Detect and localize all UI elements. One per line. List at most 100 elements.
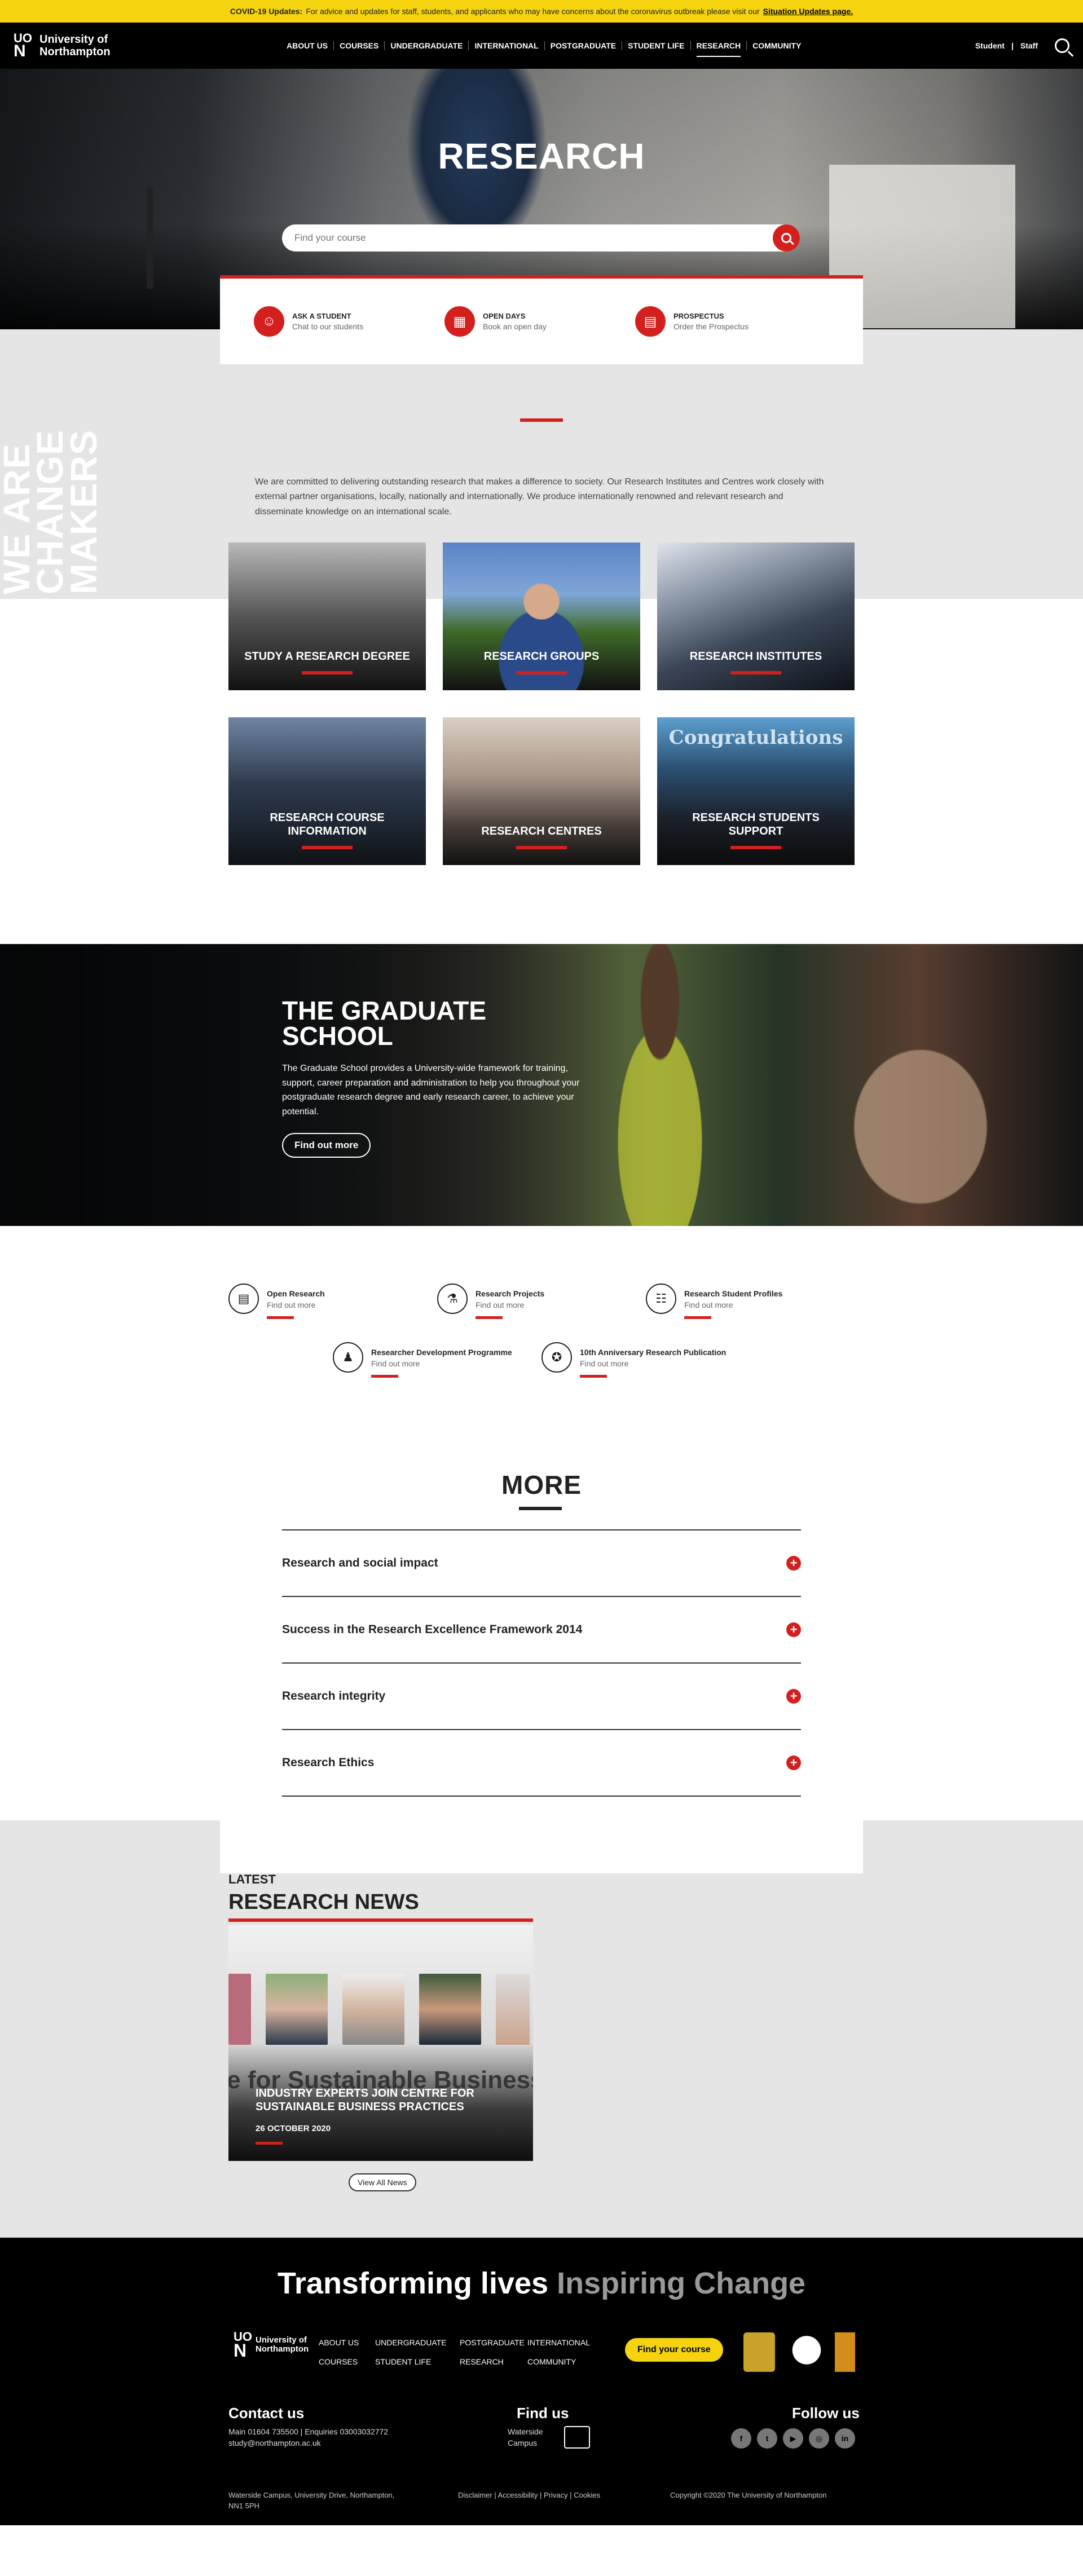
find-your-course-button[interactable]: Find your course — [625, 2338, 723, 2362]
link-10th-anniversary-publication[interactable]: ✪ 10th Anniversary Research Publication … — [542, 1342, 726, 1378]
tile-research-course-information[interactable]: RESEARCH COURSE INFORMATION — [228, 717, 426, 865]
news-card[interactable]: re for Sustainable Business Prac INDUSTR… — [228, 1925, 533, 2161]
find-out-more-button[interactable]: Find out more — [282, 1132, 371, 1158]
view-all-news-button[interactable]: View All News — [349, 2173, 416, 2191]
course-search-input[interactable] — [294, 232, 787, 244]
page-title: RESEARCH — [438, 136, 645, 177]
nav-community[interactable]: COMMUNITY — [747, 41, 807, 50]
footer-link-courses[interactable]: COURSES — [319, 2357, 375, 2366]
link-open-research[interactable]: ▤ Open Research Find out more — [228, 1283, 325, 1319]
footer-logo-mark: UO N — [234, 2331, 252, 2359]
footer-link-research[interactable]: RESEARCH — [460, 2357, 527, 2366]
map-icon[interactable] — [564, 2426, 590, 2449]
separator: | — [1011, 41, 1014, 50]
link-researcher-development-programme[interactable]: ♟ Researcher Development Programme Find … — [333, 1342, 512, 1378]
location-line: Waterside — [508, 2427, 543, 2436]
contact-phone[interactable]: Main 01604 735500 | Enquiries 0300303277… — [228, 2426, 388, 2437]
accreditation-badge — [743, 2332, 775, 2372]
footer-link-international[interactable]: INTERNATIONAL — [527, 2338, 590, 2347]
footer-slogan: Transforming lives Inspiring Change — [0, 2266, 1083, 2301]
nav-international[interactable]: INTERNATIONAL — [469, 41, 545, 50]
plus-icon[interactable]: + — [786, 1689, 801, 1704]
youtube-icon[interactable]: ▶ — [783, 2428, 803, 2449]
plus-icon[interactable]: + — [786, 1755, 801, 1770]
tile-research-institutes[interactable]: RESEARCH INSTITUTES — [657, 542, 855, 690]
news-date: 26 OCTOBER 2020 — [256, 2124, 331, 2133]
id-card-icon: ☷ — [646, 1283, 676, 1314]
footer-link-postgraduate[interactable]: POSTGRADUATE — [460, 2338, 527, 2347]
staff-link[interactable]: Staff — [1020, 41, 1038, 50]
tile-label: RESEARCH INSTITUTES — [689, 650, 822, 663]
footer-address: Waterside Campus, University Drive, Nort… — [228, 2490, 394, 2512]
plus-icon[interactable]: + — [786, 1622, 801, 1637]
link-sub: Find out more — [371, 1359, 420, 1368]
university-logo[interactable]: UO N University of Northampton — [14, 29, 111, 62]
nav-courses[interactable]: COURSES — [334, 41, 385, 50]
quick-link-ask-a-student[interactable]: ☺ ASK A STUDENT Chat to our students — [254, 306, 444, 337]
nav-student-life[interactable]: STUDENT LIFE — [622, 41, 691, 50]
logo-line-2: Northampton — [39, 46, 111, 58]
book-icon: ▤ — [635, 306, 666, 337]
student-link[interactable]: Student — [975, 41, 1005, 50]
footer-links: ABOUT US UNDERGRADUATE POSTGRADUATE INTE… — [319, 2338, 590, 2366]
graduate-school-text: The Graduate School provides a Universit… — [282, 1064, 580, 1117]
footer-legal-links[interactable]: Disclaimer | Accessibility | Privacy | C… — [458, 2490, 600, 2501]
link-accent-bar — [371, 1375, 398, 1378]
quick-link-open-days[interactable]: ▦ OPEN DAYS Book an open day — [444, 306, 635, 337]
course-search-button[interactable] — [773, 224, 800, 252]
link-research-student-profiles[interactable]: ☷ Research Student Profiles Find out mor… — [646, 1283, 782, 1319]
tile-research-groups[interactable]: RESEARCH GROUPS — [443, 542, 640, 690]
link-accent-bar — [684, 1316, 711, 1319]
nav-postgraduate[interactable]: POSTGRADUATE — [545, 41, 623, 50]
footer-link-about-us[interactable]: ABOUT US — [319, 2338, 375, 2347]
news-title: RESEARCH NEWS — [228, 1890, 419, 1914]
nav-undergraduate[interactable]: UNDERGRADUATE — [385, 41, 469, 50]
tile-accent-bar — [302, 846, 353, 849]
accordion-label: Research Ethics — [282, 1756, 375, 1769]
accordion-research-ethics[interactable]: Research Ethics + — [282, 1730, 801, 1797]
link-title: 10th Anniversary Research Publication — [580, 1348, 727, 1357]
nav-about-us[interactable]: ABOUT US — [281, 41, 334, 50]
accordion-research-excellence-framework[interactable]: Success in the Research Excellence Frame… — [282, 1597, 801, 1664]
footer-link-student-life[interactable]: STUDENT LIFE — [375, 2357, 460, 2366]
quick-link-title: OPEN DAYS — [483, 312, 526, 320]
search-icon[interactable] — [1055, 38, 1069, 53]
header-utility: Student | Staff — [975, 23, 1069, 69]
footer-link-undergraduate[interactable]: UNDERGRADUATE — [375, 2338, 460, 2347]
people-icon: ♟ — [333, 1342, 363, 1373]
contact-email[interactable]: study@northampton.ac.uk — [228, 2437, 388, 2449]
accordion-research-and-social-impact[interactable]: Research and social impact + — [282, 1530, 801, 1597]
linkedin-icon[interactable]: in — [835, 2428, 855, 2449]
link-title: Research Student Profiles — [684, 1289, 783, 1298]
link-research-projects[interactable]: ⚗ Research Projects Find out more — [437, 1283, 544, 1319]
twitter-icon[interactable]: t — [757, 2428, 777, 2449]
logo-line-1: University of — [39, 33, 108, 46]
tile-accent-bar — [516, 671, 567, 674]
tile-accent-bar — [516, 846, 567, 849]
plus-icon[interactable]: + — [786, 1556, 801, 1571]
more-accordion: Research and social impact + Success in … — [282, 1529, 801, 1797]
covid-banner: COVID-19 Updates: For advice and updates… — [0, 0, 1083, 23]
find-us-location[interactable]: Waterside Campus — [508, 2426, 543, 2449]
tile-research-students-support[interactable]: Congratulations RESEARCH STUDENTS SUPPOR… — [657, 717, 855, 865]
quick-link-prospectus[interactable]: ▤ PROSPECTUS Order the Prospectus — [635, 306, 826, 337]
intro-paragraph: We are committed to delivering outstandi… — [255, 477, 824, 517]
footer-logo[interactable]: UO N University of Northampton — [234, 2331, 309, 2359]
accordion-research-integrity[interactable]: Research integrity + — [282, 1664, 801, 1730]
news-image-face — [419, 1974, 481, 2045]
instagram-icon[interactable]: ◎ — [809, 2428, 829, 2449]
news-image-face — [496, 1974, 530, 2045]
tile-research-centres[interactable]: RESEARCH CENTRES — [443, 717, 640, 865]
open-book-icon: ▤ — [228, 1283, 259, 1314]
footer-link-community[interactable]: COMMUNITY — [527, 2357, 589, 2366]
location-line: Campus — [508, 2438, 538, 2448]
quick-links: ☺ ASK A STUDENT Chat to our students ▦ O… — [220, 275, 863, 364]
nav-research[interactable]: RESEARCH — [691, 41, 747, 57]
link-sub: Find out more — [267, 1300, 316, 1309]
quick-link-sub: Chat to our students — [292, 322, 364, 331]
address-line: Waterside Campus, University Drive, Nort… — [228, 2491, 395, 2499]
situation-updates-link[interactable]: Situation Updates page. — [763, 7, 853, 16]
logo-mark-bottom: N — [234, 2340, 247, 2361]
facebook-icon[interactable]: f — [731, 2428, 751, 2449]
tile-study-a-research-degree[interactable]: STUDY A RESEARCH DEGREE — [228, 542, 426, 690]
